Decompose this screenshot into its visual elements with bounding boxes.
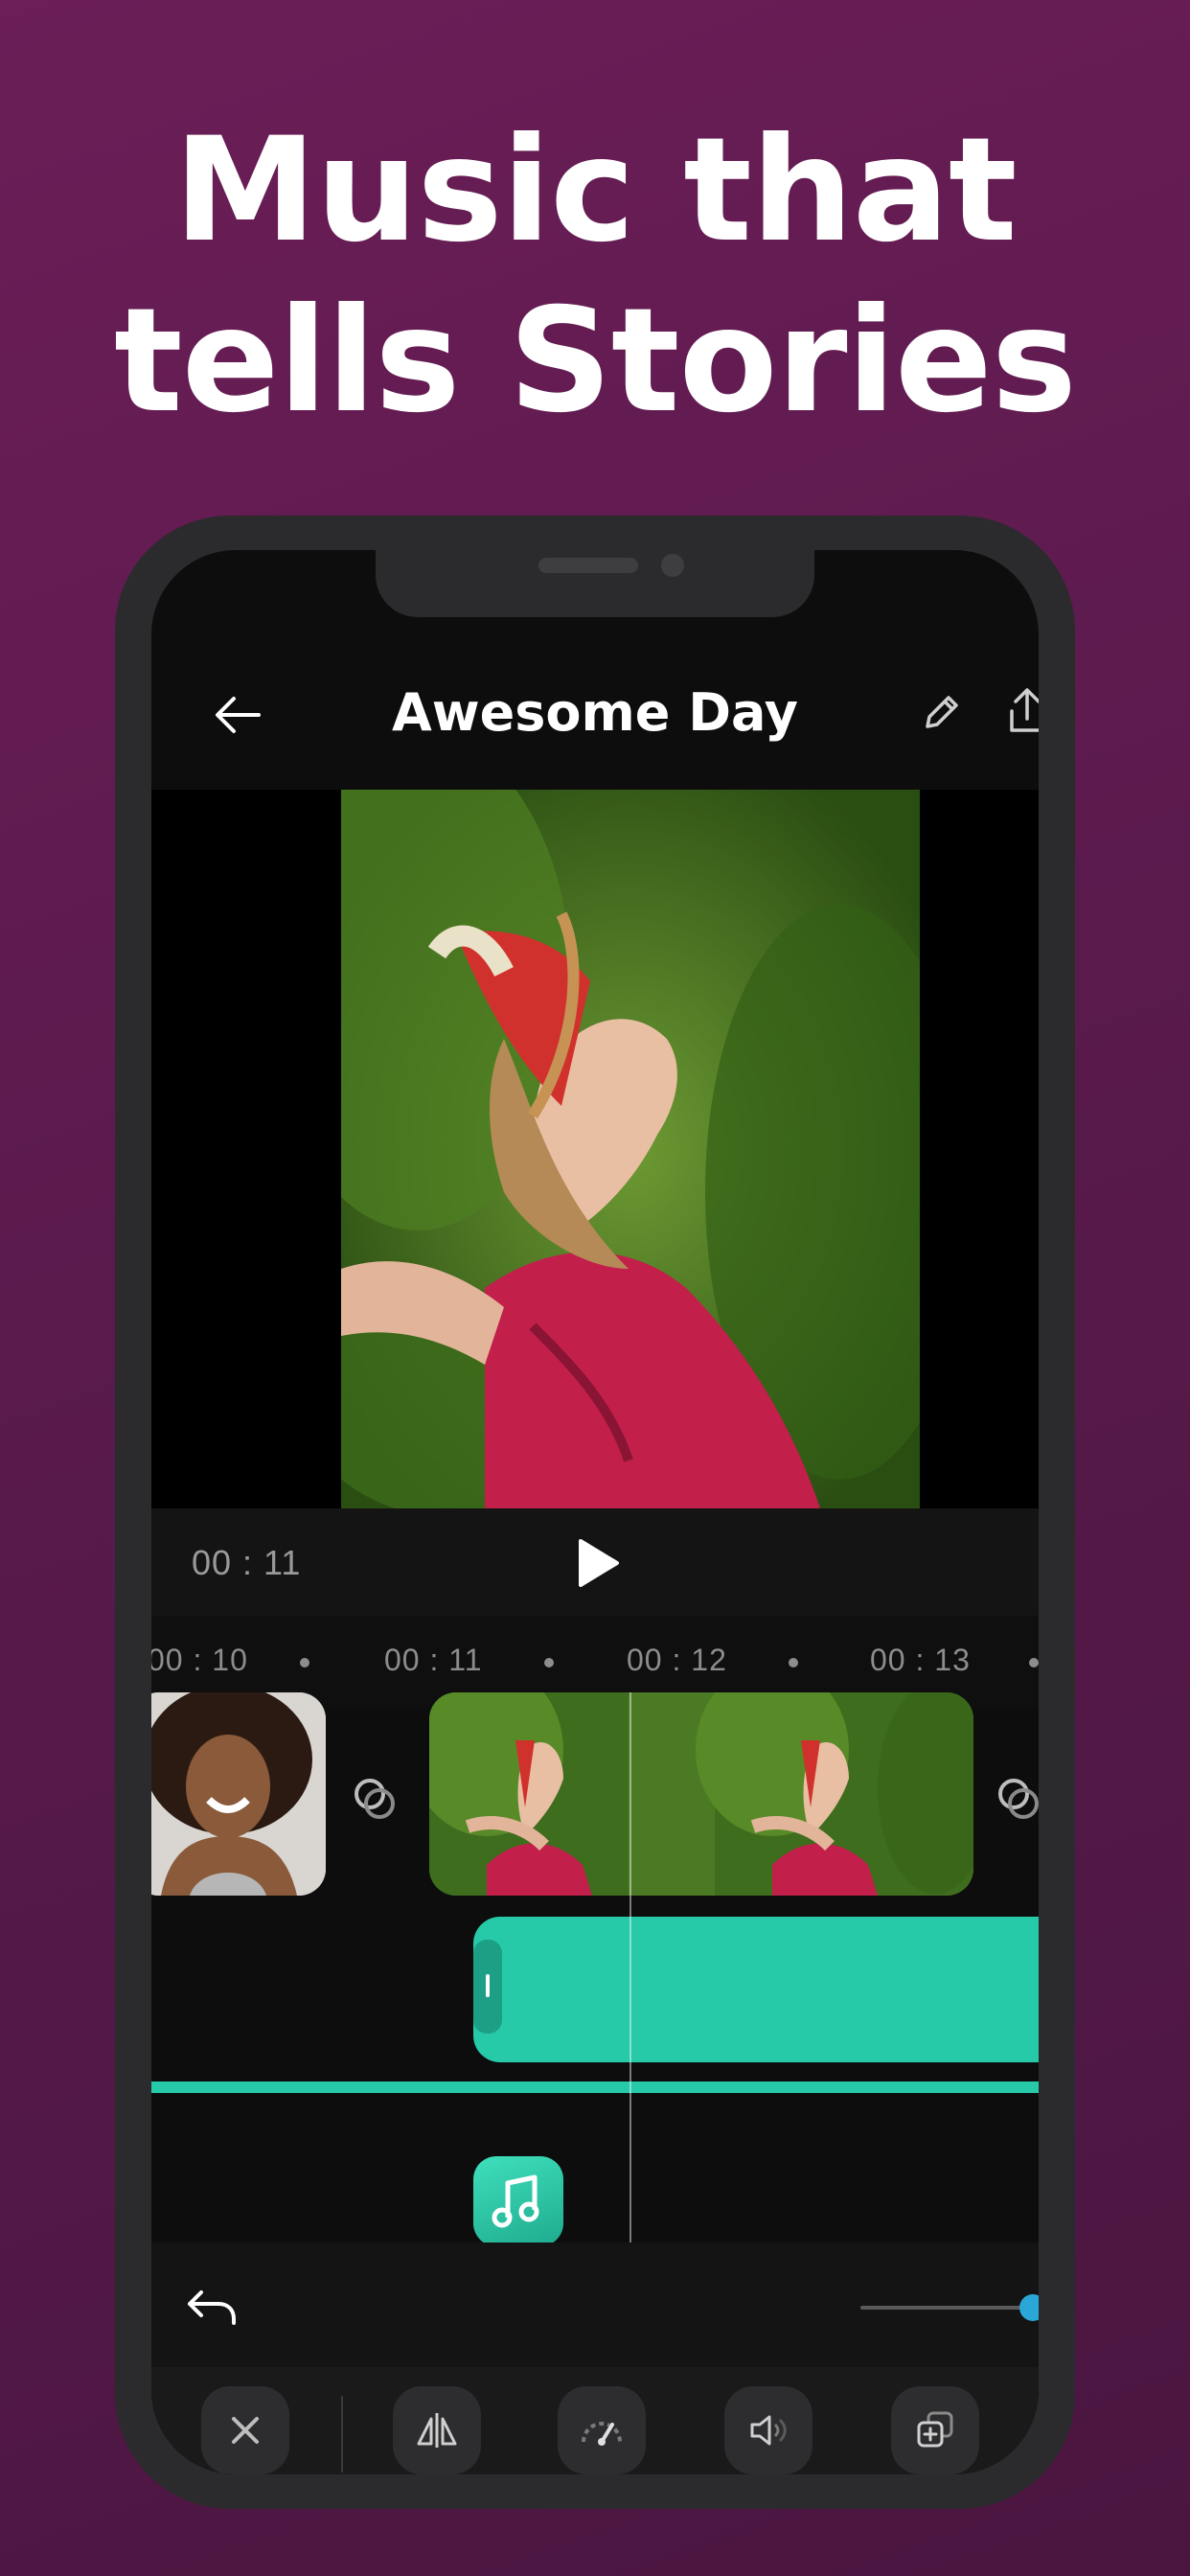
phone-notch <box>376 550 814 617</box>
timeline-tick: 00 : 10 <box>151 1643 248 1677</box>
headline-line-1: Music that <box>173 107 1017 274</box>
zoom-slider-knob[interactable] <box>1019 2294 1039 2321</box>
video-preview[interactable] <box>151 790 1039 1508</box>
pencil-icon <box>926 696 958 728</box>
current-time: 00 : 11 <box>192 1543 302 1582</box>
project-title: Awesome Day <box>391 682 799 743</box>
mirror-tool-button[interactable] <box>393 2386 481 2474</box>
close-tool-button[interactable] <box>201 2386 289 2474</box>
edit-toolbar <box>151 2367 1039 2474</box>
timeline-dot <box>300 1658 309 1668</box>
share-icon <box>1010 688 1039 732</box>
phone-screen: Awesome Day 00: 11 00: 10 00: 11 00:… <box>151 550 1039 2474</box>
playhead-line[interactable] <box>629 1692 631 2242</box>
add-music-button[interactable] <box>473 2156 563 2246</box>
transition-icon <box>355 1779 395 1819</box>
timeline-tick: 00 : 11 <box>384 1643 483 1677</box>
headline: Music that tells Stories <box>0 105 1190 447</box>
music-note-icon <box>492 2174 539 2228</box>
speed-tool-button[interactable] <box>558 2386 646 2474</box>
video-clip-hedge[interactable] <box>429 1692 973 1896</box>
play-icon <box>579 1539 619 1587</box>
preview-photo-woman-in-hedge <box>341 790 920 1508</box>
playback-controls: 00 : 11 <box>151 1508 1039 1616</box>
duplicate-icon <box>917 2411 953 2448</box>
duplicate-tool-button[interactable] <box>891 2386 979 2474</box>
undo-button[interactable] <box>184 2283 240 2331</box>
headline-line-2: tells Stories <box>114 278 1077 445</box>
speed-icon <box>582 2422 622 2446</box>
timeline-dot <box>544 1658 554 1668</box>
volume-tool-button[interactable] <box>724 2386 812 2474</box>
mirror-icon <box>417 2413 457 2448</box>
zoom-slider-track[interactable] <box>860 2306 1039 2310</box>
share-button[interactable] <box>1002 684 1039 738</box>
phone-frame: Awesome Day 00: 11 00: 10 00: 11 00:… <box>115 516 1075 2509</box>
timeline-tick: 00 : 13 <box>870 1643 971 1677</box>
edit-title-button[interactable] <box>916 688 966 738</box>
undo-icon <box>188 2290 236 2325</box>
volume-icon <box>750 2415 787 2446</box>
arrow-left-icon <box>216 697 261 733</box>
music-track-clip[interactable] <box>473 1917 1039 2062</box>
music-track-line <box>151 2082 1039 2093</box>
transition-button[interactable] <box>995 1775 1039 1823</box>
toolbar-divider <box>341 2396 343 2472</box>
timeline-dot <box>789 1658 798 1668</box>
close-icon <box>232 2417 259 2444</box>
front-camera <box>661 554 684 577</box>
transition-icon <box>998 1779 1039 1819</box>
video-clip-portrait[interactable] <box>151 1692 326 1896</box>
play-button[interactable] <box>573 1537 623 1589</box>
editor-top-bar: Awesome Day <box>151 665 1039 788</box>
speaker-grill <box>538 558 638 573</box>
timeline-tick: 00 : 12 <box>627 1643 727 1677</box>
timeline-dot <box>1029 1658 1039 1668</box>
bottom-panel <box>151 2242 1039 2474</box>
back-button[interactable] <box>209 686 266 744</box>
music-trim-handle[interactable] <box>473 1940 502 2034</box>
transition-button[interactable] <box>351 1775 399 1823</box>
